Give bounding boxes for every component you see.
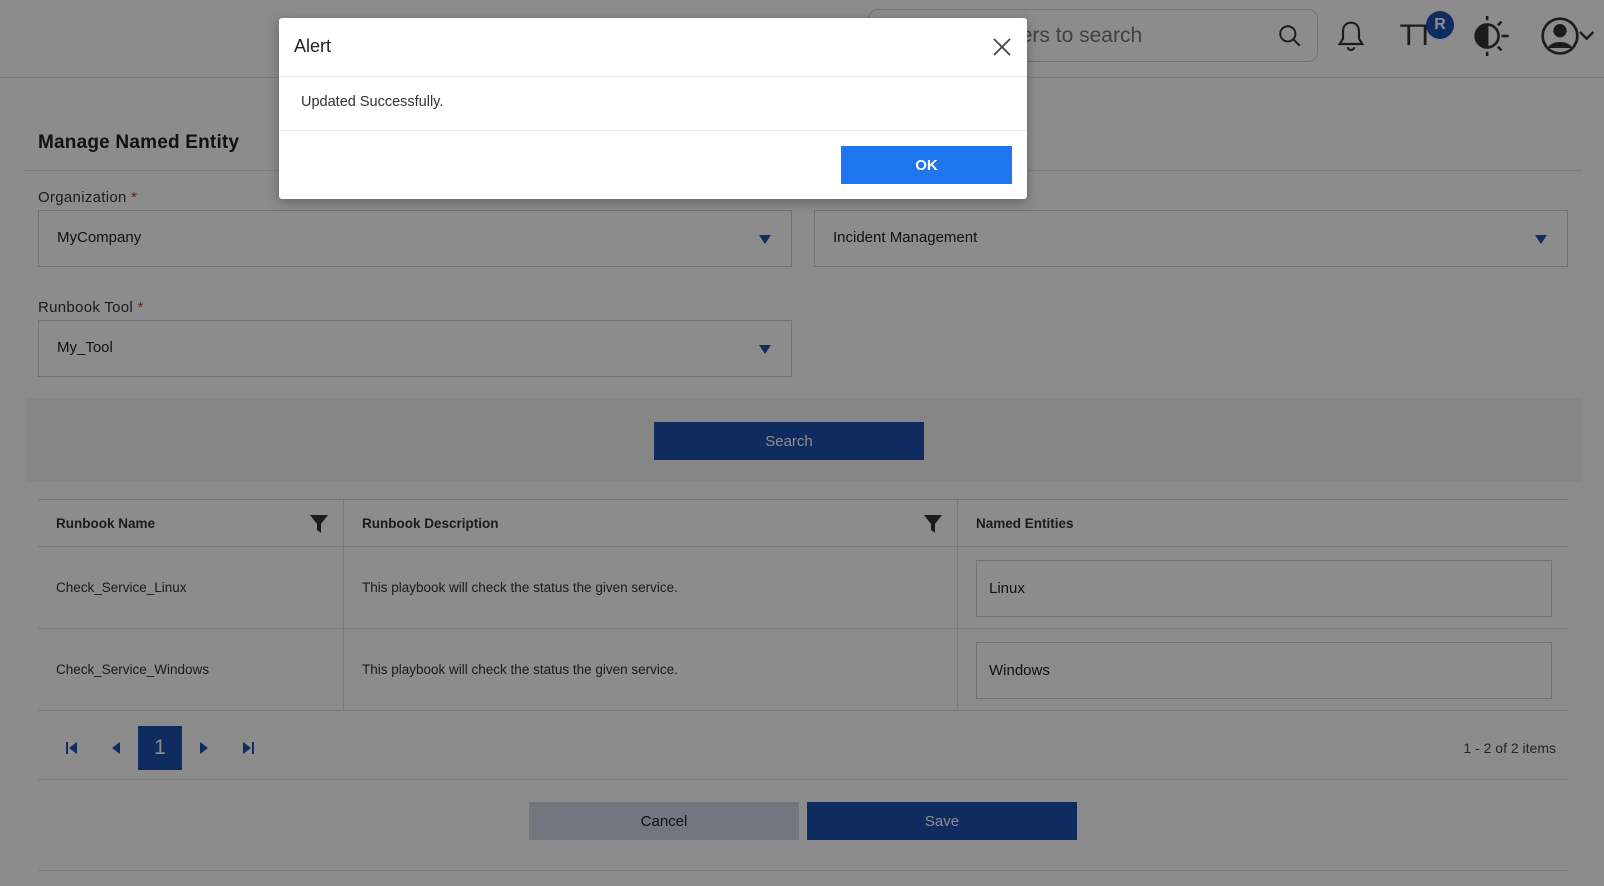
alert-title: Alert [294, 36, 332, 56]
alert-footer-divider [279, 130, 1027, 131]
alert-message: Updated Successfully. [301, 94, 444, 110]
alert-header-divider [279, 76, 1027, 77]
close-icon[interactable] [991, 36, 1013, 58]
ok-button[interactable]: OK [841, 146, 1012, 184]
alert-dialog: Alert Updated Successfully. OK [279, 18, 1027, 199]
